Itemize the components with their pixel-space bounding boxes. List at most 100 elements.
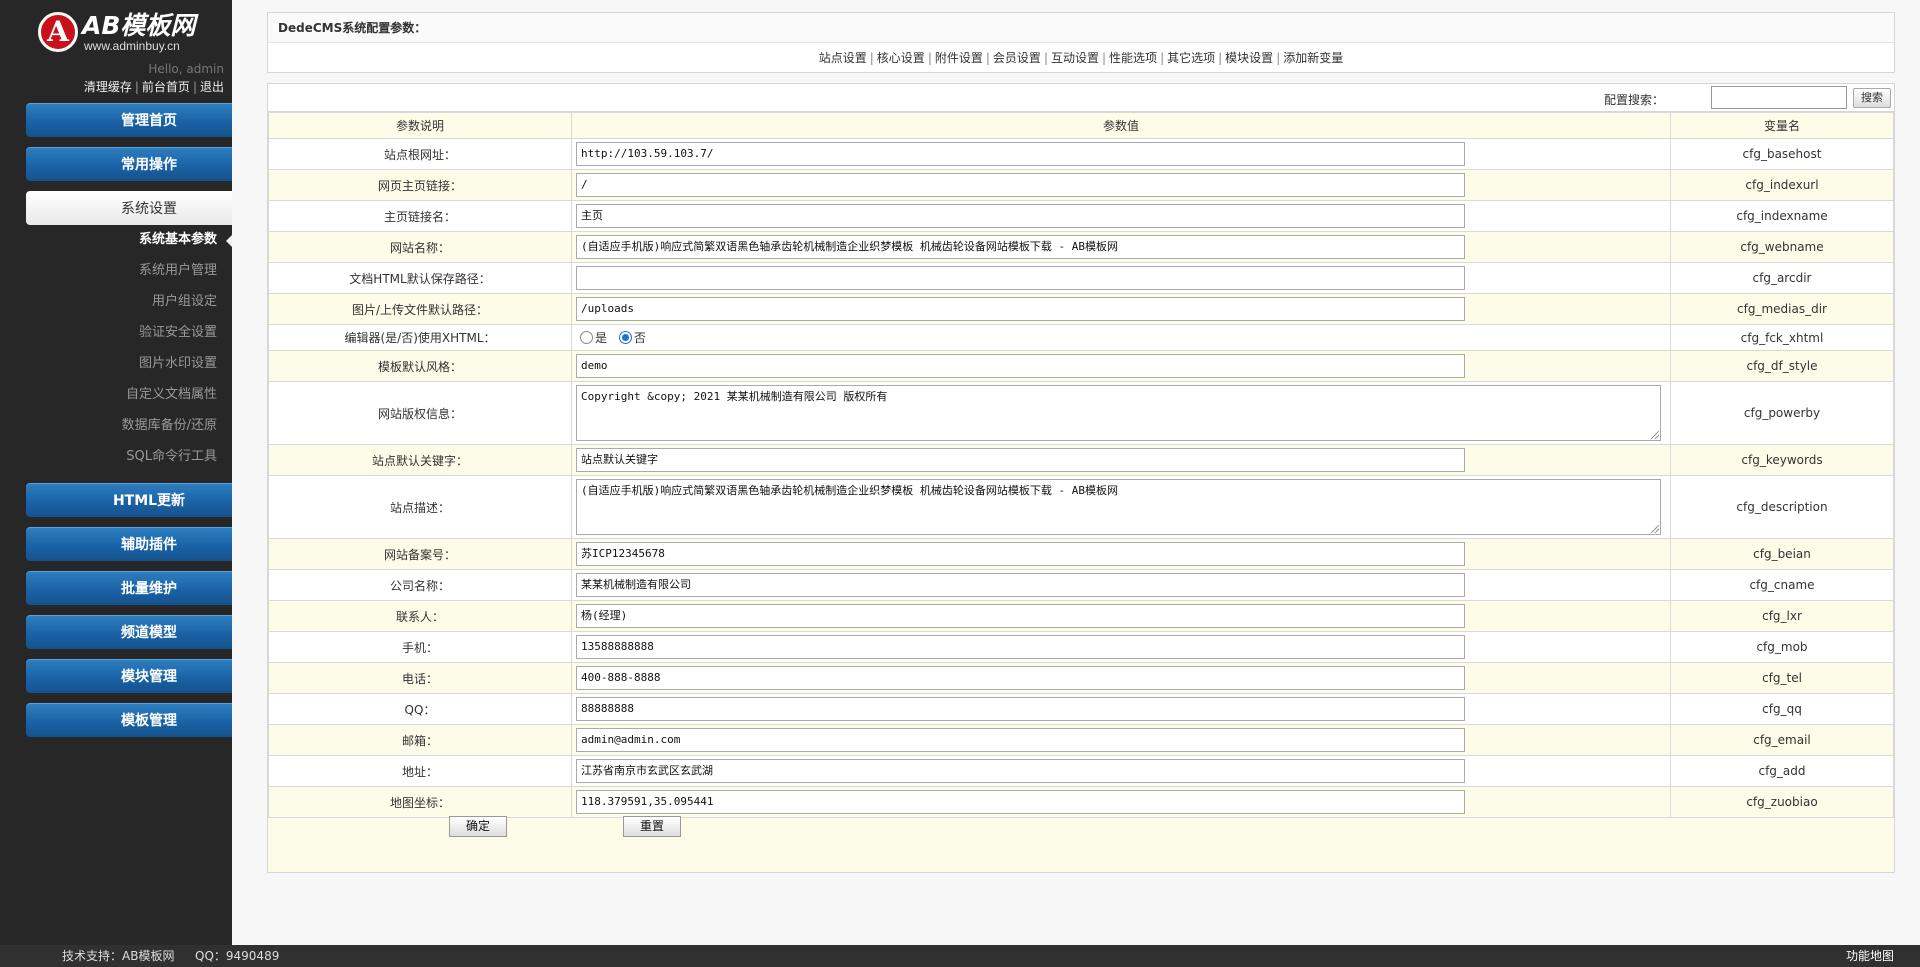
page-title: DedeCMS系统配置参数：: [268, 13, 1894, 43]
reset-button[interactable]: 重置: [623, 816, 681, 837]
param-variable: cfg_qq: [1670, 693, 1894, 725]
logo[interactable]: A AB模板网 www.adminbuy.cn: [38, 11, 208, 54]
confirm-button[interactable]: 确定: [449, 816, 507, 837]
config-table: 参数说明 参数值 变量名 站点根网址： http://103.59.103.7/…: [268, 112, 1894, 818]
nav-html-update[interactable]: HTML更新: [26, 483, 232, 517]
param-label: 地址：: [268, 755, 572, 787]
config-search-button[interactable]: 搜索: [1853, 88, 1891, 108]
link-separator: |: [192, 80, 197, 94]
tab-separator: |: [1276, 51, 1281, 65]
param-input-add[interactable]: 江苏省南京市玄武区玄武湖: [576, 759, 1465, 783]
param-input-basehost[interactable]: http://103.59.103.7/: [576, 142, 1465, 166]
tab-add-variable[interactable]: 添加新变量: [1283, 51, 1343, 65]
radio-label-yes: 是: [595, 331, 608, 345]
nav-plugins[interactable]: 辅助插件: [26, 527, 232, 561]
link-separator: |: [134, 80, 139, 94]
subnav-security-settings[interactable]: 验证安全设置: [17, 323, 217, 343]
param-input-medias-dir[interactable]: /uploads: [576, 297, 1465, 321]
table-row: 主页链接名： 主页 cfg_indexname: [268, 200, 1894, 232]
tab-site-settings[interactable]: 站点设置: [819, 51, 867, 65]
config-search-input[interactable]: [1711, 86, 1847, 109]
param-variable: cfg_basehost: [1670, 138, 1894, 170]
param-textarea-powerby[interactable]: Copyright &copy; 2021 某某机械制造有限公司 版权所有: [576, 385, 1661, 441]
footer-support: 技术支持：AB模板网: [62, 949, 175, 963]
subnav-sql-tool[interactable]: SQL命令行工具: [17, 447, 217, 467]
param-label: 文档HTML默认保存路径：: [268, 262, 572, 294]
param-label: QQ：: [268, 693, 572, 725]
param-variable: cfg_email: [1670, 724, 1894, 756]
param-input-cname[interactable]: 某某机械制造有限公司: [576, 573, 1465, 597]
tab-attachment-settings[interactable]: 附件设置: [935, 51, 983, 65]
config-search-label: 配置搜索：: [1603, 93, 1664, 107]
param-input-arcdir[interactable]: [576, 266, 1465, 290]
param-input-lxr[interactable]: 杨(经理): [576, 604, 1465, 628]
greeting: Hello, admin: [148, 62, 224, 76]
logo-mark-icon: A: [38, 12, 78, 52]
param-input-tel[interactable]: 400-888-8888: [576, 666, 1465, 690]
param-variable: cfg_keywords: [1670, 444, 1894, 476]
param-variable: cfg_indexurl: [1670, 169, 1894, 201]
nav-common-operations[interactable]: 常用操作: [26, 147, 232, 181]
nav-admin-home[interactable]: 管理首页: [26, 103, 232, 137]
param-input-df-style[interactable]: demo: [576, 354, 1465, 378]
param-label: 联系人：: [268, 600, 572, 632]
param-label: 站点默认关键字：: [268, 444, 572, 476]
tab-interaction-settings[interactable]: 互动设置: [1051, 51, 1099, 65]
frontend-home-link[interactable]: 前台首页: [142, 80, 190, 94]
radio-xhtml-yes[interactable]: [580, 331, 593, 344]
param-input-email[interactable]: admin@admin.com: [576, 728, 1465, 752]
table-row: 网站版权信息： Copyright &copy; 2021 某某机械制造有限公司…: [268, 381, 1894, 445]
nav-module-management[interactable]: 模块管理: [26, 659, 232, 693]
param-input-indexname[interactable]: 主页: [576, 204, 1465, 228]
param-variable: cfg_fck_xhtml: [1670, 324, 1894, 351]
subnav-database-backup[interactable]: 数据库备份/还原: [17, 416, 217, 436]
subnav-user-group-settings[interactable]: 用户组设定: [17, 292, 217, 312]
top-links: 清理缓存 | 前台首页 | 退出: [84, 78, 224, 95]
param-input-webname[interactable]: (自适应手机版)响应式简繁双语黑色轴承齿轮机械制造企业织梦模板 机械齿轮设备网站…: [576, 235, 1465, 259]
param-label: 网站版权信息：: [268, 381, 572, 445]
table-row: 手机： 13588888888 cfg_mob: [268, 631, 1894, 663]
param-input-qq[interactable]: 88888888: [576, 697, 1465, 721]
param-variable: cfg_medias_dir: [1670, 293, 1894, 325]
column-header-value: 参数值: [571, 112, 1671, 139]
param-label: 编辑器(是/否)使用XHTML：: [268, 324, 572, 351]
radio-xhtml-no[interactable]: [618, 331, 632, 344]
logout-link[interactable]: 退出: [200, 80, 224, 94]
nav-system-settings[interactable]: 系统设置: [26, 191, 232, 225]
param-variable: cfg_cname: [1670, 569, 1894, 601]
param-textarea-description[interactable]: (自适应手机版)响应式简繁双语黑色轴承齿轮机械制造企业织梦模板 机械齿轮设备网站…: [576, 479, 1661, 535]
tab-performance-options[interactable]: 性能选项: [1109, 51, 1157, 65]
tab-separator: |: [927, 51, 932, 65]
nav-batch-maintenance[interactable]: 批量维护: [26, 571, 232, 605]
config-header-panel: DedeCMS系统配置参数： 站点设置 | 核心设置 | 附件设置 | 会员设置 | 互动设置 |…: [267, 12, 1895, 73]
table-row: 站点描述： (自适应手机版)响应式简繁双语黑色轴承齿轮机械制造企业织梦模板 机械…: [268, 475, 1894, 539]
radio-label-no: 否: [633, 331, 646, 345]
param-input-zuobiao[interactable]: 118.379591,35.095441: [576, 790, 1465, 814]
config-search-bar: 配置搜索： 搜索: [268, 84, 1894, 112]
tab-member-settings[interactable]: 会员设置: [993, 51, 1041, 65]
sitemap-link[interactable]: 功能地图: [1846, 945, 1894, 967]
logo-domain: www.adminbuy.cn: [84, 39, 180, 53]
tab-module-settings[interactable]: 模块设置: [1225, 51, 1273, 65]
param-input-indexurl[interactable]: /: [576, 173, 1465, 197]
param-label: 模板默认风格：: [268, 350, 572, 382]
subnav-custom-doc-attributes[interactable]: 自定义文档属性: [17, 385, 217, 405]
tab-core-settings[interactable]: 核心设置: [877, 51, 925, 65]
nav-template-management[interactable]: 模板管理: [26, 703, 232, 737]
subnav-system-basic-params[interactable]: 系统基本参数: [17, 230, 232, 250]
param-input-keywords[interactable]: 站点默认关键字: [576, 448, 1465, 472]
param-variable: cfg_df_style: [1670, 350, 1894, 382]
param-input-mob[interactable]: 13588888888: [576, 635, 1465, 659]
tab-other-options[interactable]: 其它选项: [1167, 51, 1215, 65]
subnav-watermark-settings[interactable]: 图片水印设置: [17, 354, 217, 374]
param-input-beian[interactable]: 苏ICP12345678: [576, 542, 1465, 566]
param-label: 图片/上传文件默认路径：: [268, 293, 572, 325]
param-label: 主页链接名：: [268, 200, 572, 232]
param-label: 网页主页链接：: [268, 169, 572, 201]
table-row: 编辑器(是/否)使用XHTML： 是 否 cfg_fck_xhtml: [268, 324, 1894, 351]
subnav-system-user-management[interactable]: 系统用户管理: [17, 261, 217, 281]
nav-channel-models[interactable]: 频道模型: [26, 615, 232, 649]
clear-cache-link[interactable]: 清理缓存: [84, 80, 132, 94]
param-variable: cfg_arcdir: [1670, 262, 1894, 294]
table-header-row: 参数说明 参数值 变量名: [268, 112, 1894, 139]
